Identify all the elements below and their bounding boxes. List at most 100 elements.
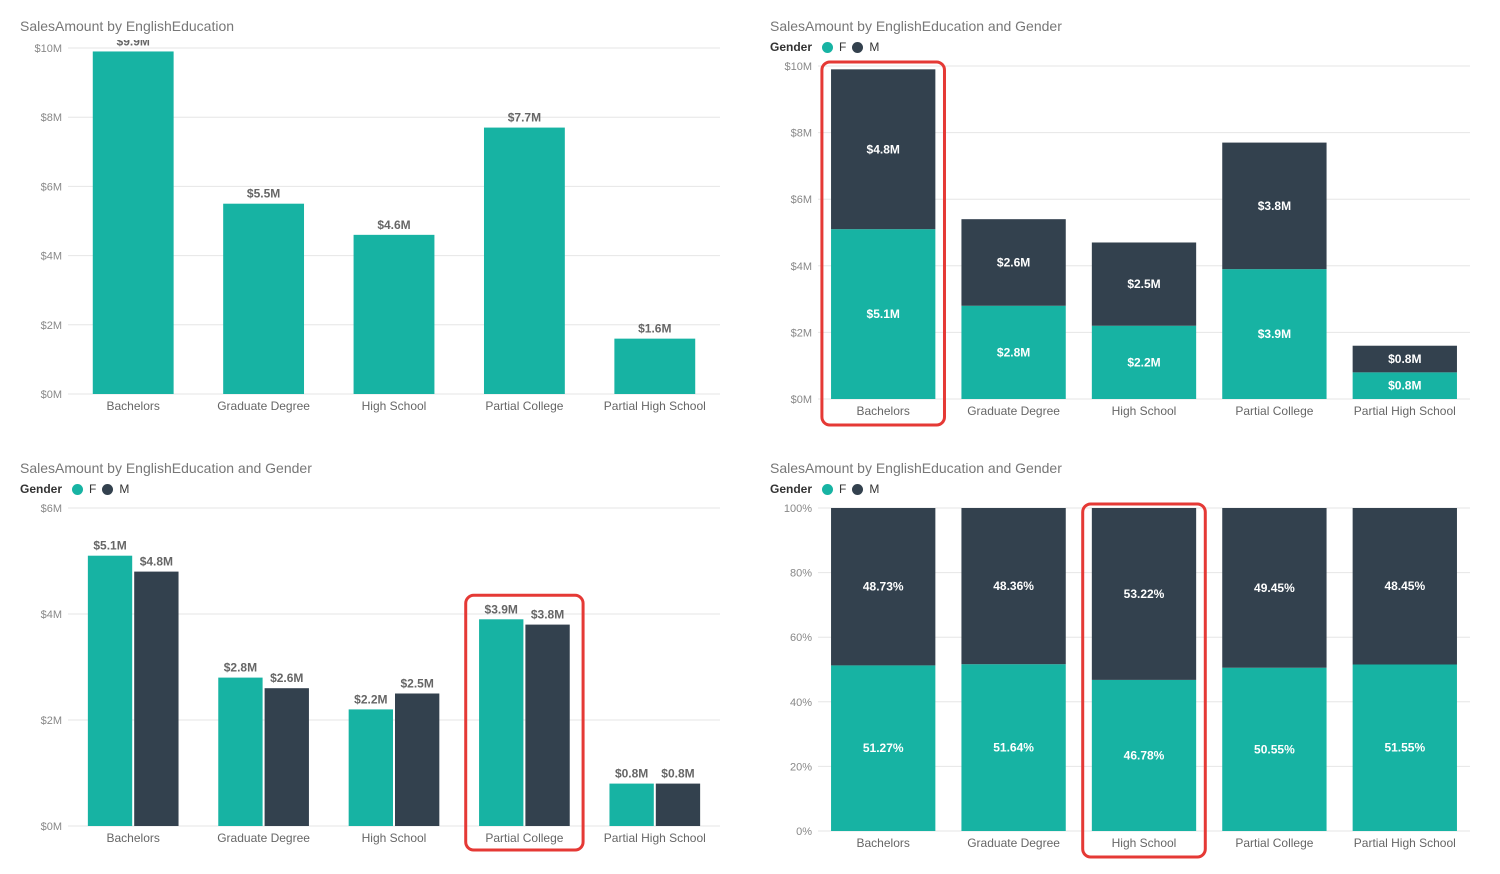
svg-text:51.55%: 51.55% (1384, 741, 1425, 755)
svg-text:$10M: $10M (784, 61, 812, 73)
svg-text:$8M: $8M (791, 128, 812, 140)
svg-text:49.45%: 49.45% (1254, 581, 1295, 595)
svg-text:Bachelors: Bachelors (857, 404, 910, 418)
svg-text:$1.6M: $1.6M (638, 322, 671, 336)
legend-label: M (869, 40, 879, 54)
legend-title: Gender (20, 482, 62, 496)
bar[interactable] (134, 572, 178, 826)
svg-text:20%: 20% (790, 761, 812, 773)
svg-text:$6M: $6M (791, 194, 812, 206)
svg-text:$2.8M: $2.8M (997, 345, 1030, 359)
svg-text:$2.6M: $2.6M (270, 671, 303, 685)
svg-text:$3.9M: $3.9M (485, 602, 518, 616)
svg-text:$5.1M: $5.1M (93, 539, 126, 553)
bar[interactable] (354, 235, 435, 394)
bar[interactable] (656, 784, 700, 826)
svg-text:$9.9M: $9.9M (117, 40, 150, 48)
svg-text:Graduate Degree: Graduate Degree (217, 831, 310, 845)
chart-title: SalesAmount by EnglishEducation and Gend… (20, 460, 730, 476)
legend-swatch (822, 42, 833, 53)
svg-text:80%: 80% (790, 568, 812, 580)
bar[interactable] (93, 51, 174, 394)
chart-panel-2: SalesAmount by EnglishEducation and Gend… (750, 0, 1500, 442)
svg-text:48.45%: 48.45% (1384, 579, 1425, 593)
svg-text:$2M: $2M (41, 715, 62, 727)
svg-text:$4.6M: $4.6M (377, 218, 410, 232)
bar[interactable] (349, 709, 393, 826)
chart-legend: GenderFM (20, 482, 730, 496)
svg-text:$0.8M: $0.8M (661, 767, 694, 781)
bar[interactable] (88, 556, 132, 826)
svg-text:$2M: $2M (41, 320, 62, 332)
chart-plot[interactable]: $0M$2M$4M$6M$8M$10M$5.1M$4.8MBachelors$2… (770, 58, 1480, 432)
bar[interactable] (609, 784, 653, 826)
svg-text:50.55%: 50.55% (1254, 742, 1295, 756)
bar[interactable] (395, 694, 439, 827)
svg-text:$4.8M: $4.8M (867, 142, 900, 156)
svg-text:51.64%: 51.64% (993, 741, 1034, 755)
svg-text:$2.6M: $2.6M (997, 255, 1030, 269)
bar[interactable] (525, 625, 569, 826)
svg-text:Partial College: Partial College (485, 399, 563, 413)
svg-text:Partial College: Partial College (1235, 404, 1313, 418)
svg-text:$3.8M: $3.8M (1258, 199, 1291, 213)
svg-text:46.78%: 46.78% (1124, 748, 1165, 762)
svg-text:48.73%: 48.73% (863, 580, 904, 594)
bar[interactable] (479, 619, 523, 826)
svg-text:$2.5M: $2.5M (400, 677, 433, 691)
svg-text:Partial High School: Partial High School (604, 399, 706, 413)
legend-swatch (852, 484, 863, 495)
svg-text:Graduate Degree: Graduate Degree (217, 399, 310, 413)
svg-text:$0M: $0M (791, 394, 812, 406)
svg-text:$2.5M: $2.5M (1127, 277, 1160, 291)
svg-text:Partial College: Partial College (485, 831, 563, 845)
svg-text:$2.8M: $2.8M (224, 661, 257, 675)
svg-text:40%: 40% (790, 697, 812, 709)
svg-text:60%: 60% (790, 632, 812, 644)
svg-text:Bachelors: Bachelors (857, 836, 910, 850)
svg-text:$2M: $2M (791, 327, 812, 339)
bar[interactable] (614, 339, 695, 394)
svg-text:Graduate Degree: Graduate Degree (967, 404, 1060, 418)
svg-text:Bachelors: Bachelors (107, 399, 160, 413)
bar[interactable] (218, 678, 262, 826)
legend-title: Gender (770, 40, 812, 54)
legend-title: Gender (770, 482, 812, 496)
svg-text:$8M: $8M (41, 112, 62, 124)
chart-plot[interactable]: 0%20%40%60%80%100%51.27%48.73%Bachelors5… (770, 500, 1480, 864)
svg-text:$4.8M: $4.8M (140, 555, 173, 569)
svg-text:Partial High School: Partial High School (604, 831, 706, 845)
legend-swatch (102, 484, 113, 495)
svg-text:53.22%: 53.22% (1124, 587, 1165, 601)
dashboard: SalesAmount by EnglishEducation $0M $2M $4… (0, 0, 1500, 864)
svg-text:$0.8M: $0.8M (615, 767, 648, 781)
svg-text:Partial High School: Partial High School (1354, 836, 1456, 850)
legend-label: F (839, 40, 846, 54)
bar[interactable] (484, 128, 565, 394)
legend-swatch (72, 484, 83, 495)
legend-label: F (89, 482, 96, 496)
svg-text:48.36%: 48.36% (993, 579, 1034, 593)
svg-text:Bachelors: Bachelors (107, 831, 160, 845)
svg-text:$3.8M: $3.8M (531, 608, 564, 622)
svg-text:$2.2M: $2.2M (1127, 355, 1160, 369)
chart-plot[interactable]: $0M$2M$4M$6M$8M$10M$9.9MBachelors$5.5MGr… (20, 40, 730, 432)
chart-panel-3: SalesAmount by EnglishEducation and Gend… (0, 442, 750, 874)
chart-panel-1: SalesAmount by EnglishEducation $0M$2M$4… (0, 0, 750, 442)
chart-plot[interactable]: $0M$2M$4M$6M$5.1M$4.8MBachelors$2.8M$2.6… (20, 500, 730, 864)
bar[interactable] (223, 204, 304, 394)
svg-text:High School: High School (362, 399, 427, 413)
chart-title: SalesAmount by EnglishEducation (20, 18, 730, 34)
svg-text:$0M: $0M (41, 821, 62, 833)
svg-text:Partial High School: Partial High School (1354, 404, 1456, 418)
svg-text:$6M: $6M (41, 181, 62, 193)
svg-text:$5.5M: $5.5M (247, 187, 280, 201)
bar[interactable] (265, 688, 309, 826)
svg-text:High School: High School (1112, 836, 1177, 850)
svg-text:Graduate Degree: Graduate Degree (967, 836, 1060, 850)
svg-text:$7.7M: $7.7M (508, 111, 541, 125)
svg-text:$2.2M: $2.2M (354, 692, 387, 706)
svg-text:51.27%: 51.27% (863, 741, 904, 755)
chart-panel-4: SalesAmount by EnglishEducation and Gend… (750, 442, 1500, 874)
chart-title: SalesAmount by EnglishEducation and Gend… (770, 18, 1480, 34)
